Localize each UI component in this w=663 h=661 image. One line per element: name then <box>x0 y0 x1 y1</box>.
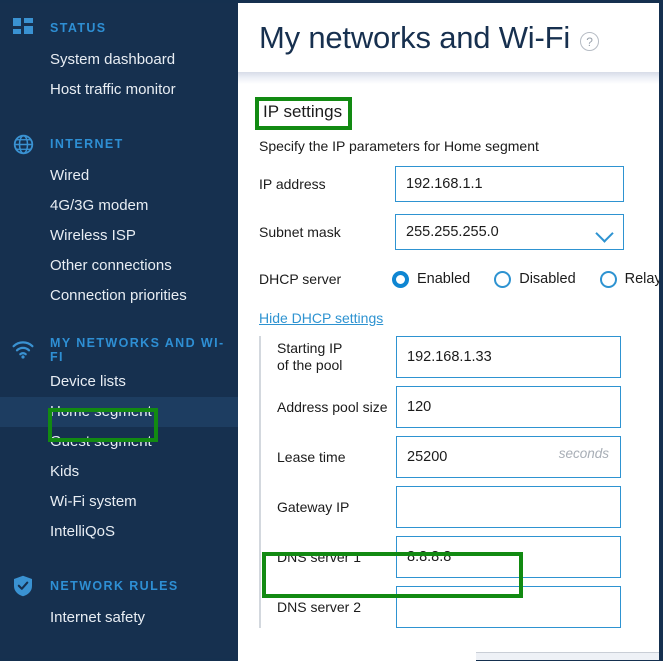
sidebar-item-wired[interactable]: Wired <box>0 161 238 191</box>
radio-dhcp-enabled[interactable]: Enabled <box>384 270 471 288</box>
sidebar-section-label: NETWORK RULES <box>50 579 179 593</box>
page-title: My networks and Wi-Fi <box>259 19 571 55</box>
header-shadow-divider <box>238 72 659 84</box>
input-dns-server-2[interactable] <box>396 586 621 628</box>
sidebar-navigation: STATUS System dashboard Host traffic mon… <box>0 3 238 661</box>
label-lease-time: Lease time <box>277 448 346 465</box>
radio-dot-relay <box>599 270 617 288</box>
radio-label-relay: Relay <box>624 271 662 287</box>
sidebar-section-header-my-networks: MY NETWORKS AND WI-FI <box>0 333 238 367</box>
label-dns-server-1: DNS server 1 <box>277 548 362 565</box>
label-ip-address: IP address <box>259 175 326 192</box>
field-row-starting-ip: Starting IP of the pool 192.168.1.33 <box>277 336 659 378</box>
chevron-down-icon <box>595 224 614 243</box>
field-row-lease-time: Lease time 25200 seconds <box>277 436 659 478</box>
field-row-address-pool-size: Address pool size 120 <box>277 386 659 428</box>
hide-dhcp-settings-link[interactable]: Hide DHCP settings <box>259 310 383 326</box>
shield-check-icon <box>8 573 38 599</box>
sidebar-item-4g-3g-modem[interactable]: 4G/3G modem <box>0 191 238 221</box>
label-dns-server-2: DNS server 2 <box>277 598 362 615</box>
sidebar-item-home-segment[interactable]: Home segment <box>0 397 238 427</box>
select-subnet-mask-value: 255.255.255.0 <box>406 224 499 240</box>
dashboard-grid-icon <box>8 15 38 41</box>
radio-dot-disabled <box>494 270 512 288</box>
sidebar-item-guest-segment[interactable]: Guest segment <box>0 427 238 457</box>
input-lease-time-value: 25200 <box>407 449 448 465</box>
sidebar-section-label: STATUS <box>50 21 107 35</box>
globe-icon <box>8 131 38 157</box>
ip-settings-panel: IP settings Specify the IP parameters fo… <box>238 84 659 628</box>
sidebar-item-system-dashboard[interactable]: System dashboard <box>0 45 238 75</box>
sidebar-section-network-rules: NETWORK RULES Internet safety <box>0 547 238 633</box>
sidebar-section-status: STATUS System dashboard Host traffic mon… <box>0 3 238 105</box>
label-starting-ip-line1: Starting IP <box>277 340 343 356</box>
sidebar-item-other-connections[interactable]: Other connections <box>0 251 238 281</box>
label-address-pool-size: Address pool size <box>277 398 388 415</box>
sidebar-item-wireless-isp[interactable]: Wireless ISP <box>0 221 238 251</box>
field-row-gateway-ip: Gateway IP <box>277 486 659 528</box>
sidebar-section-internet: INTERNET Wired 4G/3G modem Wireless ISP … <box>0 105 238 311</box>
sidebar-section-header-network-rules: NETWORK RULES <box>0 569 238 603</box>
select-subnet-mask[interactable]: 255.255.255.0 <box>395 214 624 250</box>
sidebar-section-label: MY NETWORKS AND WI-FI <box>50 336 225 364</box>
radio-dhcp-disabled[interactable]: Disabled <box>486 270 576 288</box>
help-icon[interactable]: ? <box>580 32 600 51</box>
field-row-subnet-mask: Subnet mask 255.255.255.0 <box>259 214 659 250</box>
lease-time-unit-label: seconds <box>558 446 609 461</box>
radio-dhcp-relay[interactable]: Relay <box>592 270 662 288</box>
input-ip-address[interactable]: 192.168.1.1 <box>395 166 624 202</box>
sidebar-item-internet-safety[interactable]: Internet safety <box>0 603 238 633</box>
wifi-icon <box>8 337 38 363</box>
sidebar-section-label: INTERNET <box>50 137 124 151</box>
section-title-ip-settings: IP settings <box>263 102 343 121</box>
sidebar-item-kids[interactable]: Kids <box>0 457 238 487</box>
label-dhcp-server: DHCP server <box>259 270 342 287</box>
sidebar-section-header-internet: INTERNET <box>0 127 238 161</box>
sidebar-section-header-status: STATUS <box>0 11 238 45</box>
sidebar-item-wifi-system[interactable]: Wi-Fi system <box>0 487 238 517</box>
dhcp-settings-group: Starting IP of the pool 192.168.1.33 Add… <box>259 336 659 628</box>
input-dns-server-1[interactable]: 8.8.8.8 <box>396 536 621 578</box>
section-subtitle: Specify the IP parameters for Home segme… <box>259 138 539 154</box>
dhcp-server-row: DHCP server Enabled Disabled Relay ? <box>259 266 659 292</box>
field-row-dns-server-1: DNS server 1 8.8.8.8 <box>277 536 659 578</box>
sidebar-item-host-traffic-monitor[interactable]: Host traffic monitor <box>0 75 238 105</box>
input-lease-time[interactable]: 25200 seconds <box>396 436 621 478</box>
radio-label-enabled: Enabled <box>417 271 471 287</box>
window-bottom-band <box>476 652 659 661</box>
main-content-area: My networks and Wi-Fi ? IP settings Spec… <box>238 3 659 661</box>
field-row-dns-server-2: DNS server 2 <box>277 586 659 628</box>
radio-dot-enabled <box>392 270 409 288</box>
input-starting-ip[interactable]: 192.168.1.33 <box>396 336 621 378</box>
sidebar-item-intelliqos[interactable]: IntelliQoS <box>0 517 238 547</box>
input-address-pool-size[interactable]: 120 <box>396 386 621 428</box>
sidebar-item-device-lists[interactable]: Device lists <box>0 367 238 397</box>
router-admin-window: STATUS System dashboard Host traffic mon… <box>0 0 663 661</box>
label-subnet-mask: Subnet mask <box>259 223 341 240</box>
label-starting-ip: Starting IP of the pool <box>277 340 396 374</box>
field-row-ip-address: IP address 192.168.1.1 <box>259 166 659 202</box>
label-gateway-ip: Gateway IP <box>277 498 350 515</box>
page-header: My networks and Wi-Fi ? <box>238 3 659 72</box>
radio-label-disabled: Disabled <box>519 271 576 287</box>
input-gateway-ip[interactable] <box>396 486 621 528</box>
sidebar-section-my-networks-and-wifi: MY NETWORKS AND WI-FI Device lists Home … <box>0 311 238 547</box>
label-starting-ip-line2: of the pool <box>277 357 343 373</box>
sidebar-item-connection-priorities[interactable]: Connection priorities <box>0 281 238 311</box>
